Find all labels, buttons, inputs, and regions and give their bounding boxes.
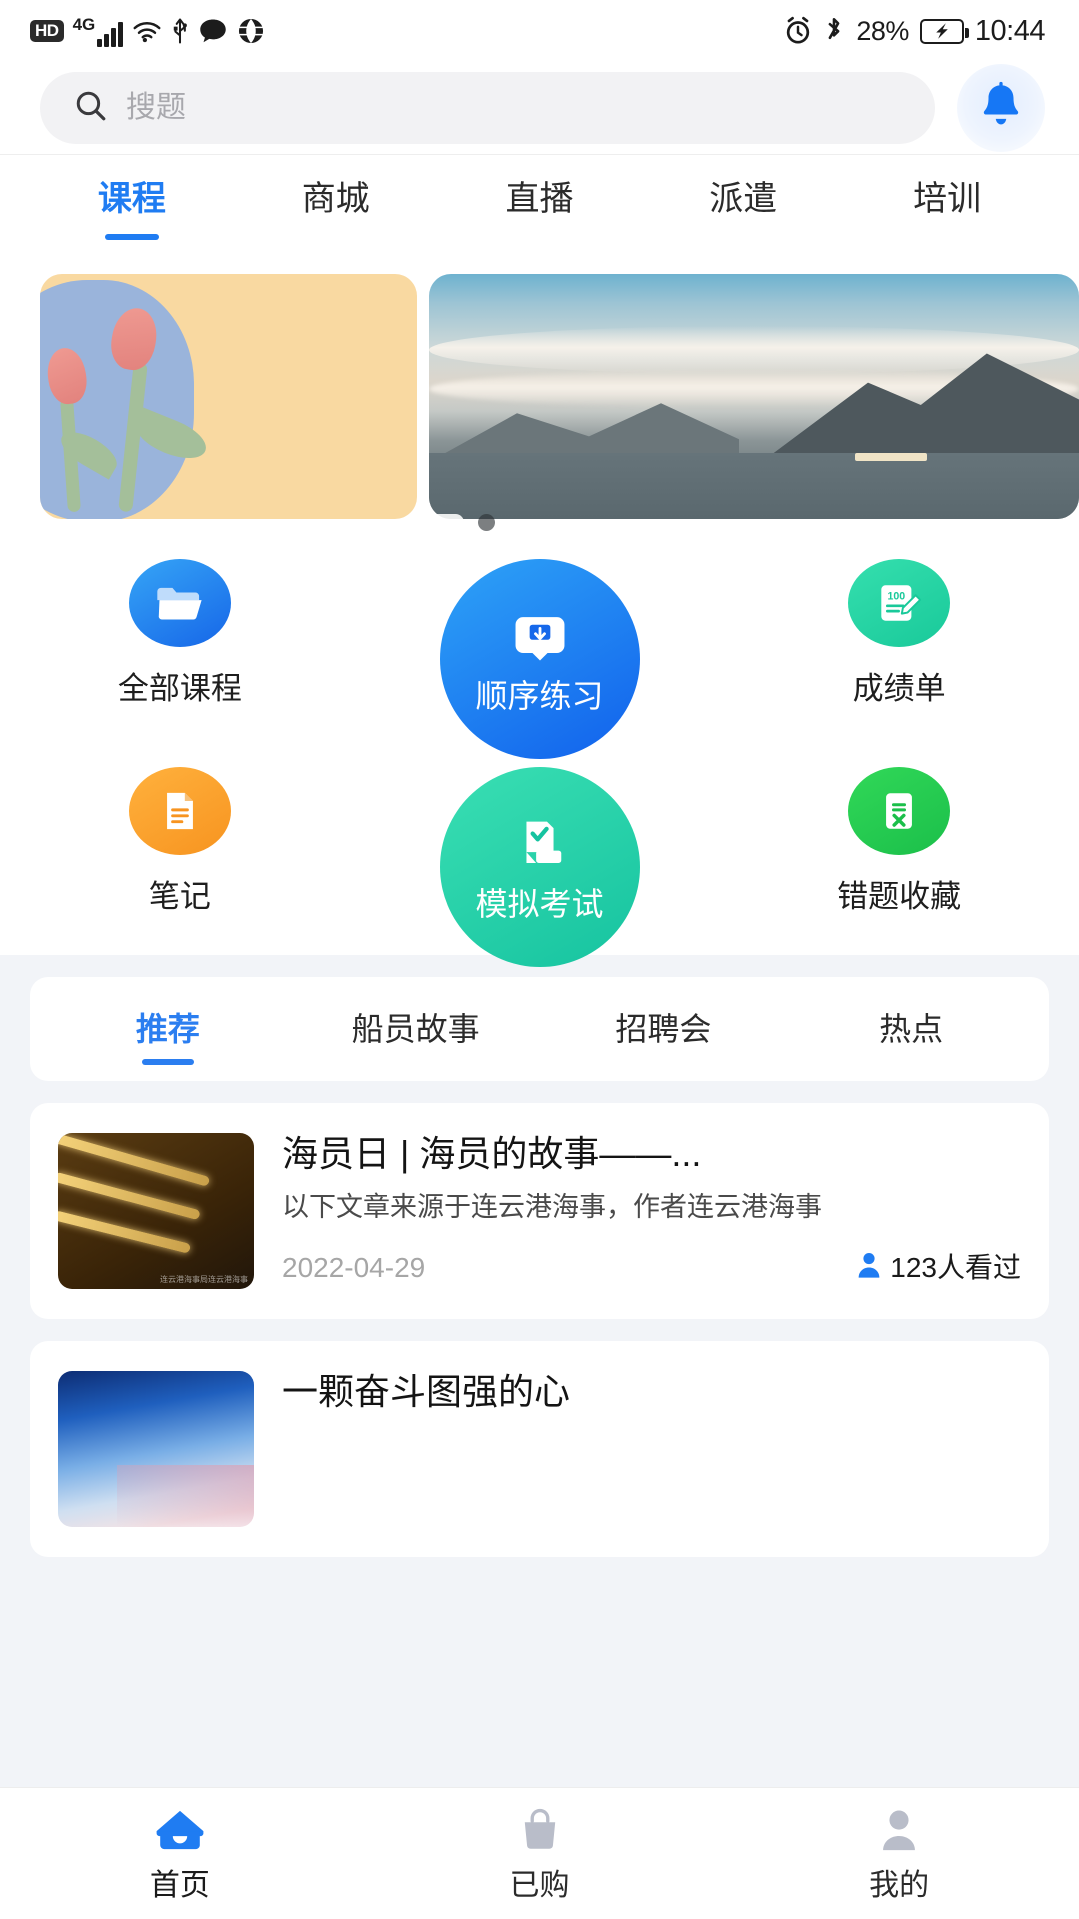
app-screen: HD 4G 28% 10:44 搜题 课程 商城 直播 派遣 培训 全部课程 顺… — [0, 0, 1079, 1919]
quick-action-row-2: 笔记 模拟考试 错题收藏 — [0, 767, 1079, 967]
folder-icon — [128, 559, 231, 647]
article-thumbnail: 连云港海事局连云港海事 — [58, 1133, 254, 1289]
action-label: 成绩单 — [852, 671, 946, 706]
news-tab-redian[interactable]: 热点 — [787, 1013, 1035, 1045]
article-title: 一颗奋斗图强的心 — [282, 1371, 571, 1412]
tab-shangcheng[interactable]: 商城 — [234, 182, 438, 220]
action-sequential-practice[interactable]: 顺序练习 — [360, 559, 720, 759]
search-bar: 搜题 — [0, 62, 1079, 154]
article-card[interactable]: 一颗奋斗图强的心 — [30, 1341, 1049, 1557]
tab-paiqian[interactable]: 派遣 — [641, 182, 845, 220]
tab-kecheng[interactable]: 课程 — [30, 182, 234, 220]
action-label: 笔记 — [148, 879, 211, 914]
tab-zhibo[interactable]: 直播 — [438, 182, 642, 220]
article-thumbnail — [58, 1371, 254, 1527]
search-input[interactable]: 搜题 — [40, 72, 935, 144]
news-tab-chuanyuangushi[interactable]: 船员故事 — [292, 1013, 540, 1045]
news-tab-tuijian[interactable]: 推荐 — [44, 1013, 292, 1045]
ship-shape — [855, 452, 927, 461]
hd-icon: HD — [30, 20, 64, 42]
quick-action-row-1: 全部课程 顺序练习 100 成绩单 — [0, 559, 1079, 759]
nav-label: 已购 — [509, 1869, 570, 1902]
person-icon — [876, 1806, 922, 1859]
status-bar-right: 28% 10:44 — [784, 14, 1046, 48]
nav-label: 我的 — [869, 1869, 930, 1902]
article-card[interactable]: 连云港海事局连云港海事 海员日 | 海员的故事——... 以下文章来源于连云港海… — [30, 1103, 1049, 1319]
action-all-courses[interactable]: 全部课程 — [0, 559, 360, 704]
nav-purchased[interactable]: 已购 — [360, 1806, 720, 1901]
battery-charging-icon — [919, 18, 969, 44]
bluetooth-icon — [823, 16, 845, 46]
article-views: 123人看过 — [856, 1251, 1021, 1284]
quick-action-grid: 全部课程 顺序练习 100 成绩单 笔记 模拟考试 错题收藏 — [0, 545, 1079, 967]
status-bar-left: HD 4G — [30, 16, 265, 47]
action-score-report[interactable]: 100 成绩单 — [719, 559, 1079, 704]
action-notes[interactable]: 笔记 — [0, 767, 360, 912]
usb-icon — [171, 17, 189, 45]
action-label: 顺序练习 — [475, 677, 604, 714]
network-type-label: 4G — [72, 14, 96, 34]
search-placeholder: 搜题 — [126, 91, 186, 124]
banner-carousel[interactable] — [0, 247, 1079, 545]
carousel-dot[interactable] — [478, 514, 495, 531]
action-label: 模拟考试 — [475, 885, 604, 922]
exam-check-icon — [509, 815, 571, 878]
card-download-icon — [508, 607, 572, 670]
article-views-label: 123人看过 — [890, 1251, 1021, 1283]
news-tab-bar: 推荐 船员故事 招聘会 热点 — [30, 977, 1049, 1081]
news-tab-zhaopinhui[interactable]: 招聘会 — [540, 1013, 788, 1045]
tab-peixun[interactable]: 培训 — [845, 182, 1049, 220]
document-icon — [128, 767, 231, 855]
banner-slide-tulip[interactable] — [40, 273, 417, 519]
shopping-bag-icon — [517, 1806, 563, 1859]
action-mock-exam[interactable]: 模拟考试 — [360, 767, 720, 967]
banner-slide-mountain[interactable] — [429, 273, 1079, 519]
person-icon — [856, 1251, 882, 1284]
alarm-icon — [784, 16, 812, 46]
status-bar: HD 4G 28% 10:44 — [0, 0, 1079, 62]
carousel-dot-active[interactable] — [424, 514, 464, 531]
svg-text:100: 100 — [888, 590, 906, 602]
mountain-sea-image — [429, 273, 1079, 519]
carousel-indicator[interactable] — [424, 514, 495, 531]
news-section: 推荐 船员故事 招聘会 热点 连云港海事局连云港海事 海员日 | 海员的故事——… — [0, 955, 1079, 1787]
article-date: 2022-04-29 — [282, 1251, 426, 1283]
globe-icon — [237, 17, 265, 45]
action-label: 错题收藏 — [837, 879, 962, 914]
wrong-answer-icon — [848, 767, 951, 855]
nav-home[interactable]: 首页 — [0, 1806, 360, 1901]
nav-label: 首页 — [149, 1869, 210, 1902]
search-icon — [74, 89, 108, 128]
bottom-navigation: 首页 已购 我的 — [0, 1787, 1079, 1919]
action-label: 全部课程 — [117, 671, 242, 706]
home-icon — [153, 1806, 207, 1859]
action-wrong-answers[interactable]: 错题收藏 — [719, 767, 1079, 912]
bell-icon — [978, 81, 1024, 136]
thumbnail-watermark: 连云港海事局连云港海事 — [160, 1275, 248, 1284]
nav-mine[interactable]: 我的 — [719, 1806, 1079, 1901]
article-meta: 2022-04-29 123人看过 — [282, 1251, 1021, 1284]
notification-button[interactable] — [957, 64, 1045, 152]
article-title: 海员日 | 海员的故事——... — [282, 1133, 702, 1174]
battery-percent-label: 28% — [856, 15, 909, 46]
status-bar-clock: 10:44 — [974, 14, 1046, 47]
main-tab-bar: 课程 商城 直播 派遣 培训 — [0, 155, 1079, 247]
wifi-icon — [132, 18, 162, 44]
score-report-icon: 100 — [848, 559, 951, 647]
signal-bars-icon: 4G — [73, 16, 123, 47]
article-description: 以下文章来源于连云港海事，作者连云港海事 — [282, 1192, 822, 1223]
message-icon — [198, 18, 228, 44]
